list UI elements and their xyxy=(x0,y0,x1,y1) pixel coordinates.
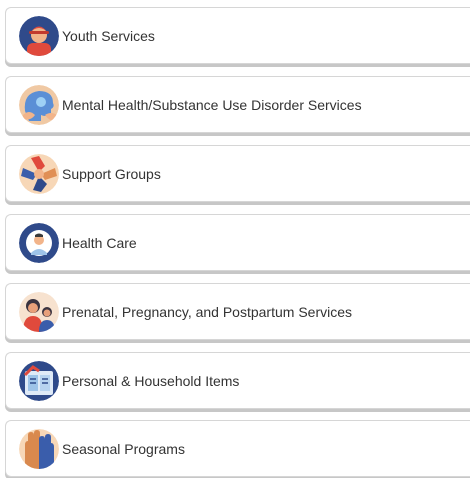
category-list: Youth Services Mental Health/Substance U… xyxy=(0,0,470,478)
head-heart-icon xyxy=(19,84,59,125)
doctor-icon xyxy=(19,222,59,263)
category-seasonal-programs[interactable]: Seasonal Programs xyxy=(5,420,470,477)
category-label: Seasonal Programs xyxy=(62,440,185,457)
household-items-icon xyxy=(19,360,59,401)
category-prenatal-services[interactable]: Prenatal, Pregnancy, and Postpartum Serv… xyxy=(5,283,470,340)
category-personal-household-items[interactable]: Personal & Household Items xyxy=(5,352,470,409)
category-label: Prenatal, Pregnancy, and Postpartum Serv… xyxy=(62,303,353,320)
category-label: Health Care xyxy=(62,234,137,251)
raised-hands-icon xyxy=(19,428,59,469)
category-support-groups[interactable]: Support Groups xyxy=(5,145,470,202)
youth-person-icon xyxy=(19,15,59,56)
category-health-care[interactable]: Health Care xyxy=(5,214,470,271)
category-label: Youth Services xyxy=(62,27,155,44)
category-label: Support Groups xyxy=(62,165,161,182)
mother-child-icon xyxy=(19,291,59,332)
category-mental-health-services[interactable]: Mental Health/Substance Use Disorder Ser… xyxy=(5,76,470,133)
category-youth-services[interactable]: Youth Services xyxy=(5,7,470,64)
category-label: Personal & Household Items xyxy=(62,372,240,389)
holding-hands-icon xyxy=(19,153,59,194)
category-label: Mental Health/Substance Use Disorder Ser… xyxy=(62,96,362,113)
